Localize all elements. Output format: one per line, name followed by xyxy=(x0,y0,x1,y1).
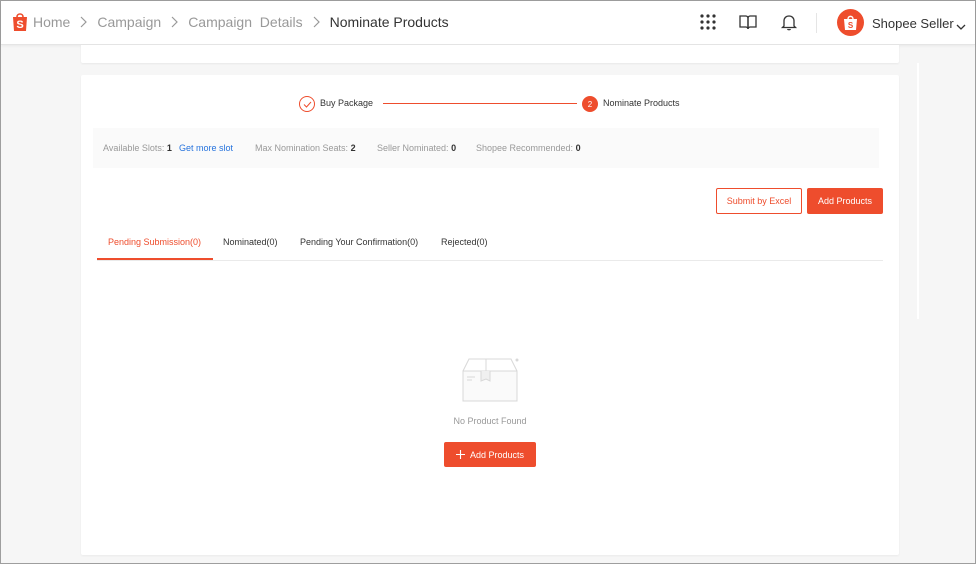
status-tabs: Pending Submission(0) Nominated(0) Pendi… xyxy=(97,227,883,261)
empty-state-text: No Product Found xyxy=(453,416,527,426)
max-nomination-seats: Max Nomination Seats: 2 xyxy=(255,143,356,153)
breadcrumb-campaign-word: Campaign xyxy=(188,14,253,30)
empty-box-icon xyxy=(459,355,521,405)
apps-grid-icon[interactable] xyxy=(699,13,717,31)
chevron-down-icon[interactable] xyxy=(956,18,966,30)
available-slots: Available Slots: 1 xyxy=(103,143,172,153)
submit-by-excel-button[interactable]: Submit by Excel xyxy=(716,188,802,214)
get-more-slot-link[interactable]: Get more slot xyxy=(179,143,233,153)
breadcrumb-current: Nominate Products xyxy=(329,14,449,30)
tab-pending-confirmation[interactable]: Pending Your Confirmation(0) xyxy=(300,237,418,247)
available-slots-label: Available Slots: xyxy=(103,143,165,153)
slots-summary: Available Slots: 1 Get more slot Max Nom… xyxy=(93,128,879,168)
bell-icon[interactable] xyxy=(780,13,798,31)
breadcrumb-details-word: Details xyxy=(259,14,303,30)
step-connector xyxy=(383,103,577,104)
breadcrumb-campaign-details[interactable]: Campaign Details xyxy=(188,14,302,30)
max-seats-value: 2 xyxy=(350,143,356,153)
tab-nominated[interactable]: Nominated(0) xyxy=(223,237,278,247)
add-products-button[interactable]: Add Products xyxy=(807,188,883,214)
available-slots-value: 1 xyxy=(166,143,172,153)
seller-name[interactable]: Shopee Seller xyxy=(872,16,954,31)
avatar[interactable]: S xyxy=(837,9,864,36)
active-tab-underline xyxy=(97,258,213,260)
breadcrumb: Home Campaign Campaign Details Nominate … xyxy=(33,14,449,30)
svg-text:S: S xyxy=(16,19,23,31)
seller-nominated-label: Seller Nominated: xyxy=(377,143,449,153)
check-icon xyxy=(303,101,311,108)
max-seats-label: Max Nomination Seats: xyxy=(255,143,349,153)
book-icon[interactable] xyxy=(739,13,757,31)
stepper: Buy Package 2 Nominate Products xyxy=(299,94,699,114)
chevron-right-icon xyxy=(171,16,179,28)
top-bar: S Home Campaign Campaign Details Nominat… xyxy=(1,1,975,45)
step-done-indicator xyxy=(299,96,315,112)
tab-pending-submission[interactable]: Pending Submission(0) xyxy=(108,237,201,247)
tab-rejected[interactable]: Rejected(0) xyxy=(441,237,488,247)
shop-bag-icon: S xyxy=(844,15,857,30)
svg-text:S: S xyxy=(848,21,854,30)
top-strip-card xyxy=(81,45,899,63)
add-products-empty-button[interactable]: Add Products xyxy=(444,442,536,467)
step-active-indicator: 2 xyxy=(582,96,598,112)
shopee-recommended: Shopee Recommended: 0 xyxy=(476,143,581,153)
plus-icon xyxy=(455,450,465,459)
chevron-right-icon xyxy=(313,16,320,28)
step-buy-package: Buy Package xyxy=(320,98,374,108)
shopee-recommended-value: 0 xyxy=(575,143,581,153)
shopee-logo-icon[interactable]: S xyxy=(11,11,29,32)
header-divider xyxy=(816,13,817,33)
breadcrumb-campaign[interactable]: Campaign xyxy=(97,14,161,30)
right-gutter xyxy=(917,63,919,319)
breadcrumb-home[interactable]: Home xyxy=(33,14,70,30)
add-products-empty-label: Add Products xyxy=(469,449,525,460)
chevron-right-icon xyxy=(80,16,88,28)
seller-nominated: Seller Nominated: 0 xyxy=(377,143,456,153)
shopee-recommended-label: Shopee Recommended: xyxy=(476,143,574,153)
seller-nominated-value: 0 xyxy=(451,143,457,153)
step-nominate-products: Nominate Products xyxy=(603,98,680,108)
